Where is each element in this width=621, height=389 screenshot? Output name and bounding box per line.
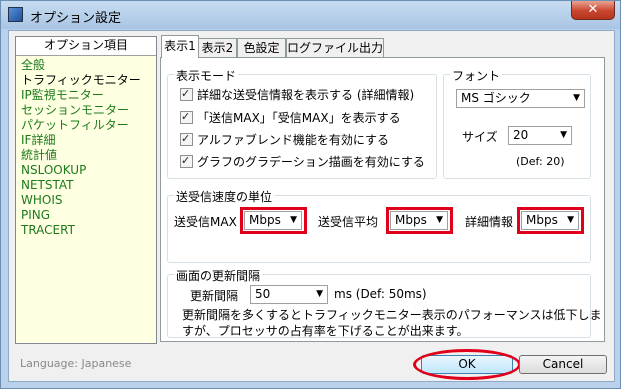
refresh-interval-group: 画面の更新間隔 更新間隔 50 ▼ ms (Def: 50ms) 更新間隔を多くす… (167, 267, 602, 338)
tab-display2[interactable]: 表示2 (198, 38, 237, 57)
checkbox-label: 「送信MAX」「受信MAX」を表示する (197, 111, 401, 125)
category-item[interactable]: NSLOOKUP (16, 163, 156, 178)
refresh-interval-default-note: ms (Def: 50ms) (334, 287, 427, 301)
checkbox-label: アルファブレンド機能を有効にする (197, 133, 390, 147)
refresh-interval-description: 更新間隔を多くするとトラフィックモニター表示のパフォーマンスは低下しま すが、プ… (182, 307, 602, 339)
checkbox-detail-info[interactable]: 詳細な送受信情報を表示する (詳細情報) (180, 86, 415, 103)
category-item[interactable]: 統計値 (16, 148, 156, 163)
close-button[interactable]: ✕ (571, 1, 615, 20)
display-mode-group: 表示モード 詳細な送受信情報を表示する (詳細情報) 「送信MAX」「受信MAX… (167, 67, 437, 179)
refresh-interval-title: 画面の更新間隔 (174, 267, 263, 284)
category-item-selected[interactable]: トラフィックモニター (16, 73, 156, 88)
category-item[interactable]: WHOIS (16, 193, 156, 208)
description-line: 更新間隔を多くするとトラフィックモニター表示のパフォーマンスは低下しま (182, 308, 602, 322)
dialog-body: オプション項目 全般 トラフィックモニター IP監視モニター セッションモニター… (8, 30, 615, 382)
refresh-interval-select[interactable]: 50 ▼ (250, 285, 328, 304)
speed-unit-group: 送受信速度の単位 送受信MAX Mbps ▼ 送受信平均 Mbps ▼ 詳細情報 M… (167, 188, 591, 263)
title-bar: オプション設定 ✕ (1, 1, 620, 29)
dropdown-arrow-icon: ▼ (573, 93, 580, 103)
dropdown-arrow-icon: ▼ (560, 130, 567, 140)
font-family-value: MS ゴシック (461, 91, 531, 105)
checkbox-show-max[interactable]: 「送信MAX」「受信MAX」を表示する (180, 109, 401, 126)
font-size-value: 20 (513, 128, 529, 142)
category-list-header: オプション項目 (16, 37, 156, 56)
checkbox-label: 詳細な送受信情報を表示する (詳細情報) (197, 88, 415, 102)
checkbox-checked[interactable] (180, 131, 193, 147)
checkbox-checked[interactable] (180, 86, 193, 102)
options-category-list: オプション項目 全般 トラフィックモニター IP監視モニター セッションモニター… (15, 36, 157, 344)
speed-unit-title: 送受信速度の単位 (174, 188, 275, 205)
highlight-box (386, 207, 453, 234)
language-label: Language: Japanese (20, 357, 132, 370)
refresh-interval-value: 50 (255, 287, 271, 301)
category-item[interactable]: 全般 (16, 58, 156, 73)
font-group-title: フォント (450, 67, 503, 84)
tab-log-output[interactable]: ログファイル出力 (286, 38, 384, 57)
app-icon (8, 7, 23, 22)
font-group: フォント MS ゴシック ▼ サイズ 20 ▼ (Def: 20) (443, 67, 591, 179)
category-item[interactable]: IF詳細 (16, 133, 156, 148)
tab-colors[interactable]: 色設定 (237, 38, 286, 57)
checkbox-checked[interactable] (180, 109, 193, 125)
checkbox-checked[interactable] (180, 153, 193, 169)
checkbox-label: グラフのグラデーション描画を有効にする (197, 155, 425, 169)
category-item[interactable]: パケットフィルター (16, 118, 156, 133)
font-size-select[interactable]: 20 ▼ (508, 126, 572, 145)
average-label: 送受信平均 (318, 215, 379, 229)
send-max-label: 送受信MAX (174, 215, 237, 229)
category-item[interactable]: PING (16, 208, 156, 223)
cancel-button[interactable]: Cancel (519, 355, 607, 374)
tab-panel-display1: 表示モード 詳細な送受信情報を表示する (詳細情報) 「送信MAX」「受信MAX… (160, 57, 605, 342)
category-item[interactable]: NETSTAT (16, 178, 156, 193)
highlight-ellipse (413, 349, 521, 380)
highlight-box (240, 207, 307, 234)
detail-info-label: 詳細情報 (465, 215, 514, 229)
dropdown-arrow-icon: ▼ (316, 289, 323, 299)
window-title: オプション設定 (30, 11, 122, 26)
description-line: すが、プロセッサの占有率を下げることが出来ます。 (182, 324, 469, 338)
tab-display1[interactable]: 表示1 (161, 35, 199, 58)
display-mode-title: 表示モード (174, 67, 239, 84)
font-size-label: サイズ (462, 130, 498, 144)
highlight-box (517, 207, 584, 234)
checkbox-gradient[interactable]: グラフのグラデーション描画を有効にする (180, 153, 425, 170)
refresh-interval-label: 更新間隔 (190, 289, 239, 303)
category-item[interactable]: セッションモニター (16, 103, 156, 118)
options-dialog: オプション設定 ✕ オプション項目 全般 トラフィックモニター IP監視モニター… (0, 0, 621, 389)
font-family-select[interactable]: MS ゴシック ▼ (456, 89, 585, 108)
font-size-default-note: (Def: 20) (516, 155, 565, 168)
category-item[interactable]: TRACERT (16, 223, 156, 238)
category-item[interactable]: IP監視モニター (16, 88, 156, 103)
checkbox-alpha-blend[interactable]: アルファブレンド機能を有効にする (180, 131, 390, 148)
